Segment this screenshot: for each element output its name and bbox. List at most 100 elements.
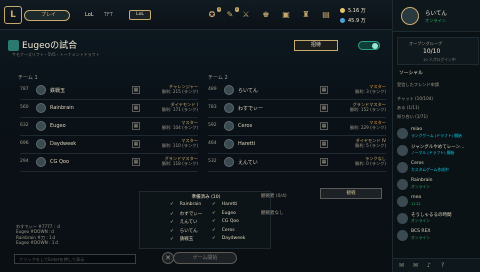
friend-item[interactable]: BCS REX オンライン — [397, 228, 479, 244]
player-level: 592 — [208, 123, 217, 128]
chat-icon[interactable]: ✉ — [399, 262, 404, 269]
player-avatar — [224, 103, 234, 113]
ready-name: らいてん — [179, 228, 198, 234]
chat-log: わすでぃー #7777 : ｄ Eugeo #DOWN :ｄ Rainbrain… — [16, 224, 61, 245]
sidebar-footer: ✉ ✉ ♪ ? — [393, 258, 480, 272]
lobby-title: Eugeoの試合 — [22, 41, 78, 51]
player-avatar — [36, 121, 46, 131]
rank-wins: 勝利: 104 (ランク) — [161, 125, 198, 130]
store-icon[interactable]: ▤ — [320, 9, 332, 21]
player-settings-icon[interactable]: ▦ — [320, 158, 328, 166]
player-settings-icon[interactable]: ▦ — [320, 122, 328, 130]
blue-essence: 5.16 万 — [340, 7, 366, 14]
chat-line: Eugeo #DOWN : 1ｄ — [16, 239, 59, 245]
ready-item: ✓ Haretti — [212, 202, 237, 207]
row-divider — [20, 99, 198, 100]
player-rank: マスター 勝利: 3 (ランク) — [355, 84, 386, 94]
friend-item[interactable]: miao ランクゲーム (ドラフト) 開始 — [397, 126, 479, 142]
player-row[interactable]: 560 Rainbrain ▦ ダイヤモンド I 勝利: 171 (ランク) — [20, 102, 198, 114]
player-level: 783 — [208, 105, 217, 110]
start-game-button[interactable]: ゲーム開始 — [173, 252, 237, 264]
check-icon: ✓ — [212, 227, 216, 233]
help-icon[interactable]: ? — [441, 262, 444, 269]
player-settings-icon[interactable]: ▦ — [320, 104, 328, 112]
friend-avatar — [397, 179, 408, 190]
player-name: 鉄戦玉 — [50, 88, 66, 94]
player-level: 532 — [208, 159, 217, 164]
ready-name: Ceros — [221, 227, 235, 233]
ready-name: Rainbrain — [179, 202, 202, 207]
my-name: らいてん — [425, 11, 447, 17]
player-settings-icon[interactable]: ▦ — [132, 122, 140, 130]
friend-avatar — [397, 213, 408, 224]
row-divider — [20, 135, 198, 136]
player-row[interactable]: 464 Haretti ▦ ダイヤモンド IV 勝利: 5 (ランク) — [208, 138, 386, 150]
spectate-button[interactable]: 観戦 — [320, 188, 382, 199]
riot-points-value: 45.9 万 — [348, 18, 366, 24]
check-icon: ✓ — [212, 219, 216, 224]
blue-essence-icon — [340, 8, 345, 13]
friend-item[interactable]: Ceros カスタムゲーム作成中 — [397, 160, 479, 176]
ready-name: Haretti — [221, 202, 238, 207]
player-avatar — [36, 157, 46, 167]
section-chat[interactable]: チャット (10/104) — [397, 96, 433, 102]
friend-avatar — [397, 196, 408, 207]
section-fav[interactable]: ある (1/11) — [397, 105, 419, 111]
lobby-toggle[interactable] — [358, 41, 380, 50]
rank-wins: 勝利: 171 (ランク) — [161, 107, 198, 112]
player-avatar — [224, 139, 234, 149]
missions-icon[interactable]: ✎ 1 — [224, 7, 239, 21]
friend-avatar — [397, 230, 408, 241]
my-status[interactable]: オンライン — [425, 18, 446, 24]
friend-item[interactable]: そうしゃるるの時間 オンライン — [397, 211, 479, 227]
player-row[interactable]: 294 CG Qoo ▦ グランドマスター 勝利: 118 (ランク) — [20, 156, 198, 168]
player-settings-icon[interactable]: ▦ — [320, 86, 328, 94]
friend-item[interactable]: rnea 1112 — [397, 194, 479, 210]
player-row[interactable]: 787 鉄戦玉 ▦ チャレンジャー 勝利: 215 (ランク) — [20, 84, 198, 96]
collection-icon[interactable]: ▣ — [280, 9, 292, 21]
player-row[interactable]: 532 えんてい ▦ ランクなし 勝利: 0 (ランク) — [208, 156, 386, 168]
player-row[interactable]: 489 らいてん ▦ マスター 勝利: 3 (ランク) — [208, 84, 386, 96]
play-button[interactable]: プレイ — [24, 10, 70, 21]
player-settings-icon[interactable]: ▦ — [320, 140, 328, 148]
player-settings-icon[interactable]: ▦ — [132, 158, 140, 166]
open-group-card[interactable]: オープングループ 10/10 10 人がログイン中 — [397, 37, 479, 65]
player-row[interactable]: 632 Eugeo ▦ マスター 勝利: 104 (ランク) — [20, 120, 198, 132]
check-icon: ✓ — [170, 220, 174, 225]
player-level: 632 — [20, 123, 29, 128]
invite-button[interactable]: 招待 — [294, 40, 338, 51]
mail-icon[interactable]: ✉ — [413, 262, 418, 269]
lol-rank-badge[interactable]: LoL — [129, 10, 151, 20]
friend-requests[interactable]: 受信したフレンド申請 — [397, 82, 439, 88]
player-avatar — [36, 139, 46, 149]
player-row[interactable]: 592 Ceros ▦ マスター 勝利: 229 (ランク) — [208, 120, 386, 132]
event-pass-icon[interactable]: ✪ 3 — [206, 7, 221, 21]
friend-avatar — [397, 145, 408, 156]
ready-name: Daydweek — [221, 236, 246, 241]
chat-input[interactable]: クリックをしてEnterを押して表示 — [14, 254, 136, 264]
player-settings-icon[interactable]: ▦ — [132, 140, 140, 148]
nav-lol[interactable]: LoL — [85, 12, 94, 18]
voice-icon[interactable]: ♪ — [427, 262, 431, 269]
friend-item[interactable]: Rainbrain オンライン — [397, 177, 479, 193]
player-settings-icon[interactable]: ▦ — [132, 104, 140, 112]
section-recent[interactable]: 知り合い (1/71) — [397, 114, 428, 120]
ready-item: ✓ CG Qoo — [212, 219, 239, 224]
player-row[interactable]: 783 わすでぃー ▦ グランドマスター 勝利: 152 (ランク) — [208, 102, 386, 114]
loot-icon[interactable]: ♜ — [300, 9, 312, 21]
rank-wins: 勝利: 215 (ランク) — [161, 89, 198, 94]
friend-item[interactable]: ジャングルやめてレーン... ノーマル (ドラフト) 開始 — [397, 143, 479, 159]
player-settings-icon[interactable]: ▦ — [132, 86, 140, 94]
spectator-label: 観戦者 (0/4) — [261, 194, 287, 199]
player-row[interactable]: 696 Daydweek ▦ マスター 勝利: 110 (ランク) — [20, 138, 198, 150]
player-name: Eugeo — [50, 123, 66, 129]
nav-tft[interactable]: TFT — [104, 12, 113, 18]
ready-item: ✓ Ceros — [212, 228, 235, 233]
player-rank: マスター 勝利: 110 (ランク) — [162, 138, 198, 148]
my-profile[interactable]: らいてん オンライン — [393, 0, 480, 32]
row-divider — [208, 153, 386, 154]
league-logo-icon[interactable]: L — [4, 6, 22, 24]
friend-name: Ceros — [411, 161, 424, 166]
clash-icon[interactable]: ⚔ — [240, 9, 252, 21]
profile-icon[interactable]: ♚ — [260, 9, 272, 21]
